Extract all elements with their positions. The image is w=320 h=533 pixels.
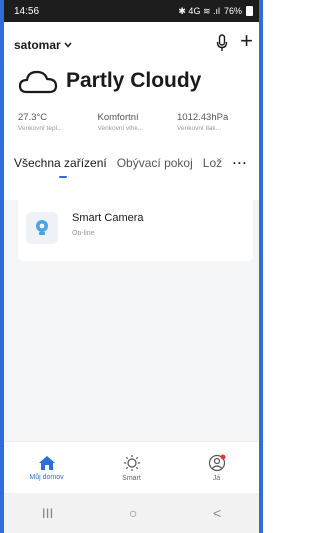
stat-temperature: 27.3°C Venkovní tepl... (18, 112, 92, 132)
tab-living-room[interactable]: Obývací pokoj (117, 156, 193, 170)
stat-pressure: 1012.43hPa Venkovní tlak... (177, 112, 251, 132)
home-selector[interactable]: satomar (14, 38, 72, 52)
nav-label: Smart (122, 474, 141, 482)
status-icons: ✱ 4G ≋ .ıl 76% (178, 6, 253, 17)
app-screen: satomar + Partly Cloudy 27.3°C Venkovní … (4, 22, 259, 493)
mic-icon[interactable] (215, 34, 229, 52)
home-header: satomar + Partly Cloudy 27.3°C Venkovní … (4, 22, 259, 200)
back-button[interactable]: < (213, 505, 221, 521)
device-status: On-line (72, 229, 95, 237)
tab-all-devices[interactable]: Všechna zařízení (14, 156, 107, 178)
system-nav-bar: III ○ < (4, 493, 259, 533)
chevron-down-icon (64, 42, 72, 48)
home-icon (38, 455, 55, 470)
nav-label: Můj domov (29, 473, 64, 481)
status-time: 14:56 (14, 5, 40, 17)
more-tabs-button[interactable]: ··· (233, 156, 248, 170)
weather-stats: 27.3°C Venkovní tepl... Komfortní Venkov… (18, 112, 251, 132)
stat-humidity: Komfortní Venkovní vlhk... (98, 112, 172, 132)
camera-icon (26, 212, 58, 244)
weather-summary: Partly Cloudy (18, 68, 201, 94)
recents-button[interactable]: III (42, 505, 54, 521)
stat-value: 1012.43hPa (177, 112, 229, 123)
nav-label: Já (212, 474, 221, 482)
nav-me[interactable]: Já (187, 454, 247, 482)
weather-condition: Partly Cloudy (66, 69, 202, 92)
nav-my-home[interactable]: Můj domov (17, 455, 77, 481)
stat-value: 27.3°C (18, 112, 48, 123)
add-device-button[interactable]: + (240, 30, 253, 52)
stat-value: Komfortní (97, 112, 139, 123)
battery-level: 76% (223, 6, 242, 16)
signal-icon: ✱ 4G ≋ .ıl (178, 5, 220, 16)
device-card[interactable]: Smart Camera On-line (18, 195, 253, 261)
bottom-nav: Můj domov Smart Já (4, 441, 259, 493)
user-icon (208, 454, 225, 471)
device-name: Smart Camera (72, 211, 144, 224)
battery-icon (246, 6, 253, 16)
home-name: satomar (14, 38, 61, 52)
home-button[interactable]: ○ (129, 505, 137, 521)
nav-smart[interactable]: Smart (102, 454, 162, 482)
notification-badge (220, 454, 225, 459)
sun-icon (123, 454, 140, 471)
device-info: Smart Camera On-line (72, 212, 144, 237)
status-bar: 14:56 ✱ 4G ≋ .ıl 76% (4, 0, 259, 22)
stat-label: Venkovní tepl... (18, 125, 63, 132)
stat-label: Venkovní tlak... (177, 125, 222, 132)
tab-bedroom[interactable]: Lož (203, 156, 223, 170)
stat-label: Venkovní vlhk... (97, 125, 144, 132)
room-tabs: Všechna zařízení Obývací pokoj Lož ··· (14, 156, 253, 178)
cloud-icon (18, 70, 58, 94)
